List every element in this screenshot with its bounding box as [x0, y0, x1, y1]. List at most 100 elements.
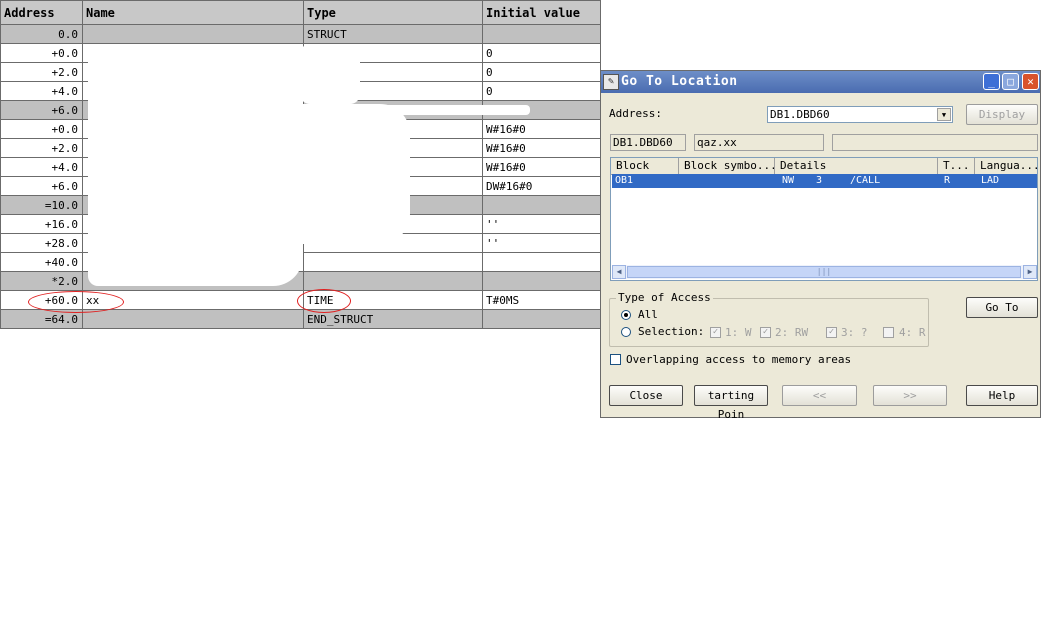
help-button[interactable]: Help	[966, 385, 1038, 406]
address-cell[interactable]: 0.0	[0, 24, 83, 44]
address-combobox[interactable]: DB1.DBD60 ▼	[767, 106, 953, 123]
type-cell[interactable]: STRUCT	[303, 24, 483, 44]
type-cell[interactable]: END_STRUCT	[303, 309, 483, 329]
address-cell[interactable]: +60.0	[0, 290, 83, 310]
initial-value-cell[interactable]	[482, 309, 601, 329]
list-item[interactable]: OB1 NW 3 /CALL R LAD	[612, 174, 1037, 188]
address-cell[interactable]: +0.0	[0, 43, 83, 63]
scroll-right-icon[interactable]: ▶	[1023, 265, 1037, 279]
address-cell[interactable]: +6.0	[0, 176, 83, 196]
list-header: Block Block symbo... Details T... Langua…	[611, 158, 1039, 175]
initial-value-cell[interactable]	[482, 195, 601, 215]
initial-value-cell[interactable]: W#16#0	[482, 119, 601, 139]
details-number-cell: 3	[816, 175, 823, 186]
redaction-overlay	[240, 104, 410, 244]
details-network-cell: NW	[782, 175, 795, 186]
initial-value-cell[interactable]: ''	[482, 214, 601, 234]
comment-field	[832, 134, 1038, 151]
close-window-button[interactable]: ✕	[1022, 73, 1039, 90]
location-list[interactable]: Block Block symbo... Details T... Langua…	[610, 157, 1039, 281]
address-cell[interactable]: +0.0	[0, 119, 83, 139]
check-write[interactable]: ✓	[710, 327, 721, 338]
column-block[interactable]: Block	[611, 158, 679, 174]
address-cell[interactable]: +16.0	[0, 214, 83, 234]
initial-value-cell[interactable]	[482, 252, 601, 272]
check-read-write-label: 2: RW	[775, 326, 809, 339]
name-cell[interactable]	[82, 309, 304, 329]
address-cell[interactable]: +28.0	[0, 233, 83, 253]
check-unknown-label: 3: ?	[841, 326, 868, 339]
check-write-label: 1: W	[725, 326, 752, 339]
check-unknown[interactable]: ✓	[826, 327, 837, 338]
close-button[interactable]: Close	[609, 385, 683, 406]
redaction-overlay	[380, 105, 530, 115]
go-to-button[interactable]: Go To	[966, 297, 1038, 318]
name-cell[interactable]: xx	[82, 290, 304, 310]
address-cell[interactable]: *2.0	[0, 271, 83, 291]
block-cell: OB1	[615, 175, 634, 186]
initial-value-cell[interactable]: W#16#0	[482, 157, 601, 177]
column-details[interactable]: Details	[775, 158, 938, 174]
header-name: Name	[82, 0, 304, 25]
check-read-write[interactable]: ✓	[760, 327, 771, 338]
table-row[interactable]: 0.0 STRUCT	[0, 24, 601, 44]
radio-all-label[interactable]: All	[638, 308, 658, 321]
minimize-button[interactable]: _	[983, 73, 1000, 90]
address-label: Address:	[609, 107, 662, 120]
type-cell[interactable]: TIME	[303, 290, 483, 310]
initial-value-cell[interactable]: DW#16#0	[482, 176, 601, 196]
scroll-left-icon[interactable]: ◀	[612, 265, 626, 279]
column-block-symbol[interactable]: Block symbo...	[679, 158, 775, 174]
display-button[interactable]: Display	[966, 104, 1038, 125]
overlapping-access-checkbox[interactable]	[610, 354, 621, 365]
address-cell[interactable]: =64.0	[0, 309, 83, 329]
initial-value-cell[interactable]: 0	[482, 62, 601, 82]
column-language[interactable]: Langua...	[975, 158, 1039, 174]
starting-point-button[interactable]: tarting Poin	[694, 385, 768, 421]
initial-value-cell[interactable]	[482, 24, 601, 44]
go-to-location-dialog: ✎ Go To Location _ □ ✕ Address: DB1.DBD6…	[600, 70, 1041, 421]
initial-value-cell[interactable]: 0	[482, 43, 601, 63]
address-cell[interactable]: =10.0	[0, 195, 83, 215]
address-cell[interactable]: +2.0	[0, 62, 83, 82]
initial-value-cell[interactable]: W#16#0	[482, 138, 601, 158]
next-button[interactable]: >>	[873, 385, 947, 406]
radio-selection-label[interactable]: Selection:	[638, 325, 704, 338]
resolved-address-field: DB1.DBD60	[610, 134, 686, 151]
table-row[interactable]: +60.0 xx TIME T#0MS	[0, 290, 601, 310]
overlapping-access-label[interactable]: Overlapping access to memory areas	[626, 353, 851, 366]
radio-selection[interactable]	[621, 327, 631, 337]
address-cell[interactable]: +4.0	[0, 157, 83, 177]
column-type[interactable]: T...	[938, 158, 975, 174]
initial-value-cell[interactable]	[482, 271, 601, 291]
type-cell[interactable]	[303, 252, 483, 272]
chevron-down-icon[interactable]: ▼	[937, 108, 951, 121]
type-of-access-group: Type of Access All Selection: ✓ 1: W ✓ 2…	[609, 291, 929, 347]
scrollbar-thumb[interactable]: |||	[627, 266, 1021, 278]
previous-button[interactable]: <<	[782, 385, 857, 406]
initial-value-cell[interactable]: T#0MS	[482, 290, 601, 310]
language-cell: LAD	[981, 175, 1000, 186]
details-instruction-cell: /CALL	[850, 175, 881, 186]
table-header-row: Address Name Type Initial value	[0, 0, 601, 25]
radio-all[interactable]	[621, 310, 631, 320]
address-cell[interactable]: +4.0	[0, 81, 83, 101]
initial-value-cell[interactable]: 0	[482, 81, 601, 101]
check-read[interactable]	[883, 327, 894, 338]
maximize-button[interactable]: □	[1002, 73, 1019, 90]
table-row[interactable]: =64.0 END_STRUCT	[0, 309, 601, 329]
initial-value-cell[interactable]: ''	[482, 233, 601, 253]
address-cell[interactable]: +2.0	[0, 138, 83, 158]
address-cell[interactable]: +6.0	[0, 100, 83, 120]
dialog-title: Go To Location	[621, 74, 738, 89]
header-initial-value: Initial value	[482, 0, 601, 25]
name-cell[interactable]	[82, 24, 304, 44]
address-combobox-value: DB1.DBD60	[770, 108, 830, 121]
horizontal-scrollbar[interactable]: ◀ ||| ▶	[612, 265, 1037, 279]
type-cell[interactable]	[303, 271, 483, 291]
dialog-title-bar[interactable]: ✎ Go To Location _ □ ✕	[601, 71, 1040, 93]
header-type: Type	[303, 0, 483, 25]
check-read-label: 4: R	[899, 326, 926, 339]
address-cell[interactable]: +40.0	[0, 252, 83, 272]
resolved-symbol-field: qaz.xx	[694, 134, 824, 151]
